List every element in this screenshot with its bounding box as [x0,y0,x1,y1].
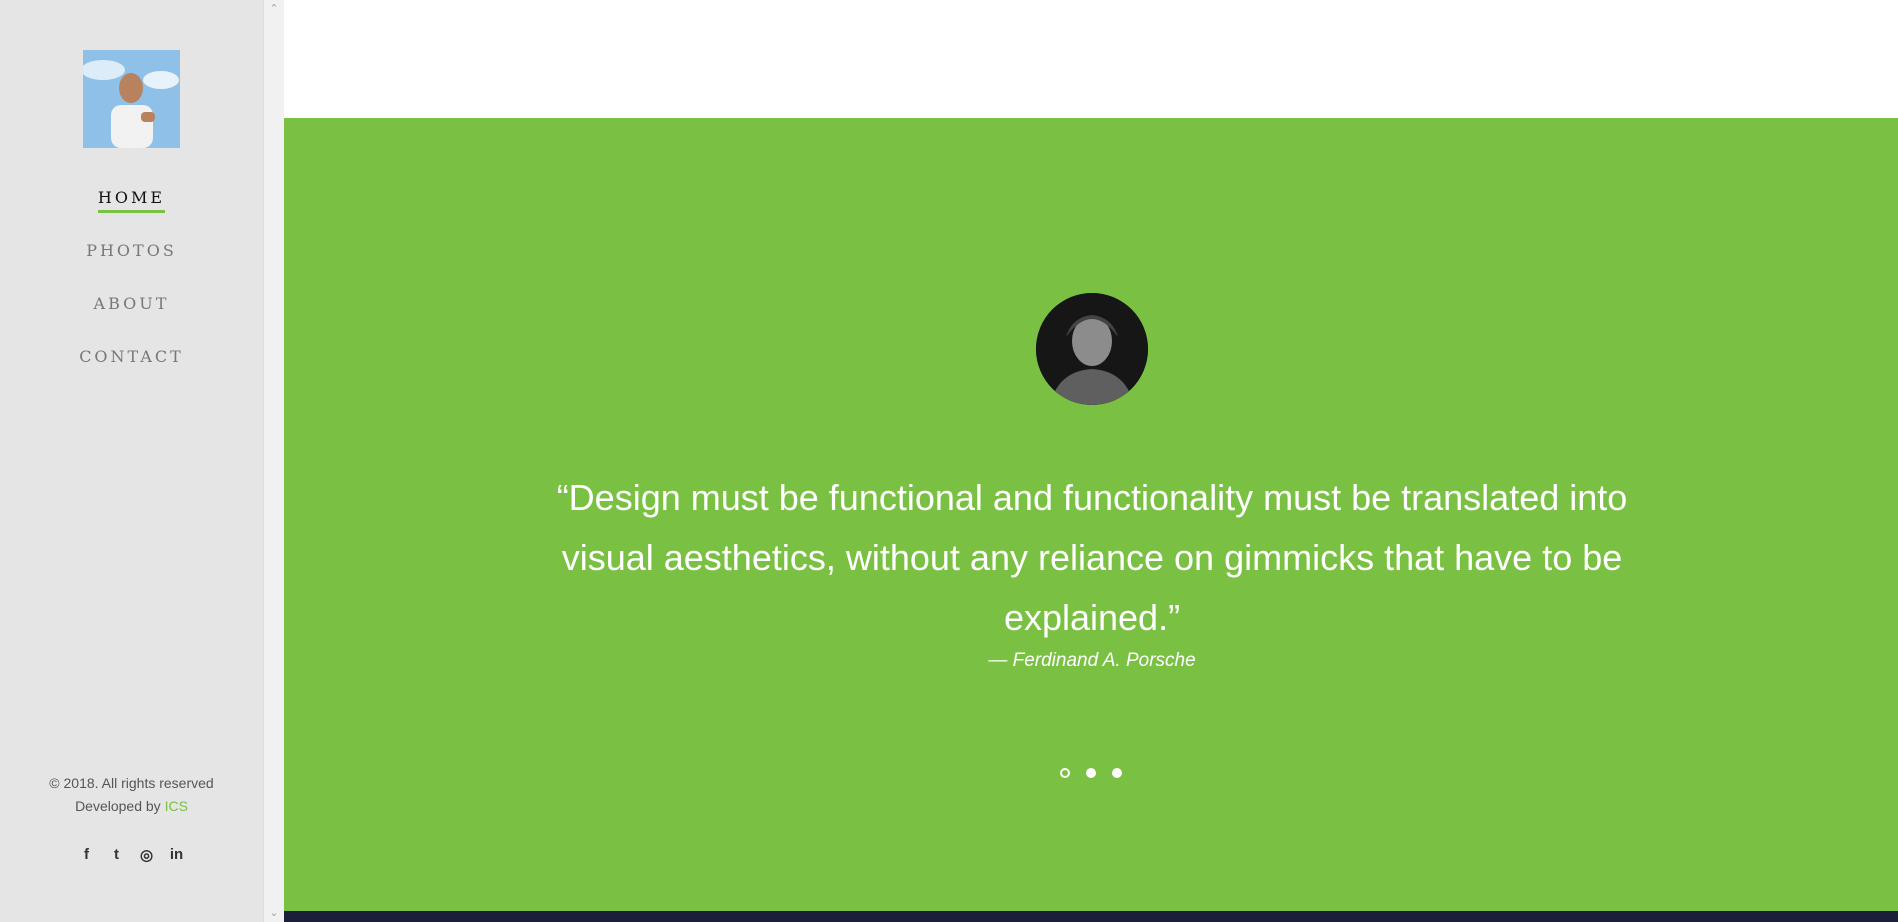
copyright-text: © 2018. All rights reserved [49,775,214,791]
main-nav: HOME PHOTOS ABOUT CONTACT [0,188,263,400]
nav-item-photos: PHOTOS [0,241,263,294]
nav-item-about: ABOUT [0,294,263,347]
profile-avatar[interactable] [83,50,180,148]
linkedin-icon[interactable]: in [168,846,185,863]
testimonial-quote: “Design must be functional and functiona… [556,477,1628,638]
nav-item-home: HOME [0,188,263,241]
slider-pagination [284,768,1898,778]
vertical-scrollbar[interactable]: ⌃ ⌄ [263,0,284,922]
sidebar: HOME PHOTOS ABOUT CONTACT © 2018. All ri… [0,0,263,922]
top-spacer [284,0,1898,118]
facebook-icon[interactable]: f [78,846,95,863]
testimonial-avatar [1036,293,1148,405]
developer-credit: Developed by ICS [0,795,263,818]
sidebar-footer: © 2018. All rights reserved Developed by… [0,772,263,818]
twitter-icon[interactable]: t [108,846,125,863]
nav-link-contact[interactable]: CONTACT [79,347,184,372]
testimonial-author: — Ferdinand A. Porsche [988,650,1196,671]
nav-link-home[interactable]: HOME [97,188,166,213]
testimonial-slider: “Design must be functional and functiona… [284,118,1898,911]
slide-dot-1[interactable] [1060,768,1070,778]
profile-photo-icon [83,50,180,148]
developer-prefix: Developed by [75,798,165,814]
nav-link-about[interactable]: ABOUT [94,294,170,319]
developer-link[interactable]: ICS [165,798,188,814]
nav-link-photos[interactable]: PHOTOS [86,241,177,266]
person-portrait-icon [1036,293,1148,405]
nav-item-contact: CONTACT [0,347,263,400]
slide-dot-3[interactable] [1112,768,1122,778]
social-links: f t ◎ in [0,846,263,864]
instagram-icon[interactable]: ◎ [138,846,155,864]
next-section-preview [284,911,1898,922]
scroll-down-icon[interactable]: ⌄ [269,908,279,919]
scroll-up-icon[interactable]: ⌃ [269,4,279,15]
slide-dot-2[interactable] [1086,768,1096,778]
